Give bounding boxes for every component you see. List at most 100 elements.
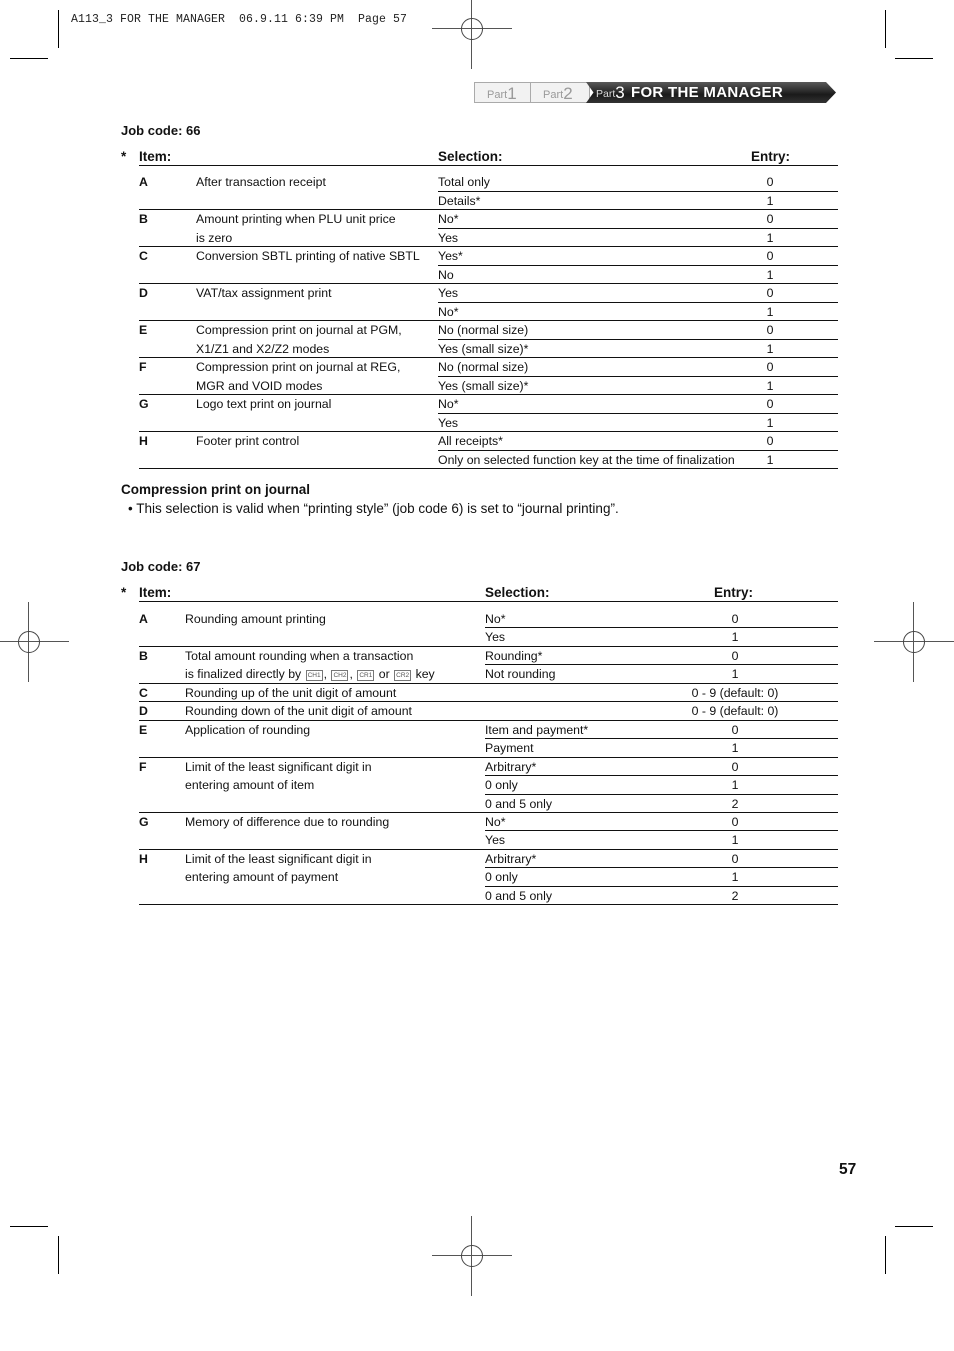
item-rule: [139, 320, 838, 321]
selection-option: 0 and 5 only: [485, 888, 553, 903]
item-rule: [139, 719, 838, 721]
item-description-text: Total amount rounding when a transaction: [185, 648, 414, 663]
item-description-text: Application of rounding: [185, 722, 311, 737]
item-description-text: Conversion SBTL printing of native SBTL: [196, 249, 420, 263]
entry-value: 0 - 9 (default: 0): [691, 685, 779, 700]
selection-column-header: Selection:: [485, 585, 550, 600]
selection-option: 0 only: [485, 870, 518, 885]
entry-value: 1: [766, 193, 774, 208]
selection-option: No*: [485, 612, 506, 626]
selection-option: Yes (small size)*: [438, 378, 529, 393]
item-letter: E: [139, 722, 148, 737]
header-rule: [139, 165, 838, 166]
entry-value: 0: [766, 249, 774, 263]
key-suffix-text: key: [415, 667, 435, 682]
item-description: Memory of difference due to rounding: [185, 815, 389, 829]
part-tab-1: Part1: [474, 82, 532, 103]
crop-mark: [895, 1226, 933, 1227]
key-ch2-icon: CH2: [331, 670, 349, 682]
section-title: FOR THE MANAGER: [631, 84, 783, 101]
item-description-text: Rounding amount printing: [185, 612, 326, 626]
item-column-header: Item:: [139, 585, 172, 600]
entry-value: 1: [766, 378, 774, 393]
selection-option: No (normal size): [438, 323, 529, 337]
item-description-text: After transaction receipt: [196, 175, 326, 189]
registration-mark-icon: [0, 602, 69, 682]
item-description: Amount printing when PLU unit price: [196, 212, 396, 226]
entry-value: 1: [766, 452, 774, 467]
selection-option: Yes: [438, 286, 459, 300]
entry-value: 0: [731, 759, 739, 774]
crop-mark: [885, 1236, 886, 1274]
selection-option: Total only: [438, 175, 490, 189]
item-letter: B: [139, 648, 148, 663]
conjunction-text: or: [378, 667, 390, 682]
item-letter: F: [139, 360, 147, 374]
item-letter: C: [139, 249, 148, 263]
item-letter: G: [139, 397, 149, 411]
crop-mark: [895, 58, 933, 59]
crop-mark: [10, 58, 48, 59]
header-rule: [139, 601, 838, 602]
entry-value: 0: [766, 175, 774, 189]
selection-option: No: [438, 267, 454, 282]
item-rule: [139, 468, 838, 469]
entry-value: 1: [766, 415, 774, 430]
item-description-text: Logo text print on journal: [196, 397, 332, 411]
item-rule: [139, 848, 838, 850]
item-description: MGR and VOID modes: [196, 379, 322, 393]
item-description-text: Memory of difference due to rounding: [185, 814, 390, 829]
item-letter: D: [139, 704, 148, 719]
option-rule: [438, 227, 838, 229]
option-rule: [485, 885, 838, 887]
entry-value: 0 - 9 (default: 0): [691, 704, 779, 719]
selection-option: Details*: [438, 193, 481, 208]
part-tab-3-active: Part3 FOR THE MANAGER: [586, 82, 836, 103]
item-description: entering amount of payment: [185, 870, 338, 884]
item-letter: A: [139, 612, 148, 626]
item-description: Compression print on journal at REG,: [196, 360, 400, 374]
item-description: After transaction receipt: [196, 175, 326, 189]
selection-option: Arbitrary*: [485, 759, 537, 774]
option-rule: [485, 793, 838, 795]
option-rule: [485, 664, 838, 666]
item-description: VAT/tax assignment print: [196, 286, 332, 300]
item-description-text: Limit of the least significant digit in: [185, 759, 372, 774]
part-navigation-banner: Part1 Part2 Part3 FOR THE MANAGER: [474, 82, 840, 103]
crop-mark: [885, 10, 886, 48]
item-rule: [139, 431, 838, 432]
entry-value: 1: [731, 870, 739, 885]
key-cr1-icon: CR1: [357, 670, 375, 682]
entry-value: 0: [766, 434, 774, 448]
item-description: entering amount of item: [185, 778, 314, 792]
registration-mark-icon: [874, 602, 954, 682]
job-code-67-heading: Job code: 67: [121, 559, 201, 574]
item-description-text: Limit of the least significant digit in: [185, 851, 372, 866]
entry-value: 0: [766, 286, 774, 300]
selection-option: Yes: [485, 630, 506, 645]
entry-value: 0: [731, 722, 739, 737]
item-description: is finalized directly by CH1, CH2, CR1 o…: [185, 667, 435, 682]
crop-mark: [10, 1226, 48, 1227]
item-rule: [139, 811, 838, 813]
selection-option: No*: [485, 814, 506, 829]
item-column-header: Item:: [139, 149, 172, 164]
option-rule: [485, 738, 838, 740]
item-description-text: Rounding up of the unit digit of amount: [185, 685, 397, 700]
item-letter: F: [139, 759, 147, 774]
item-description-text: entering amount of item: [185, 778, 315, 793]
selection-option: Yes: [438, 230, 459, 245]
item-description: Conversion SBTL printing of native SBTL: [196, 249, 420, 263]
item-description: Rounding amount printing: [185, 612, 326, 626]
item-description-text: Amount printing when PLU unit price: [196, 212, 396, 226]
selection-option: Arbitrary*: [485, 851, 537, 866]
entry-value: 0: [731, 612, 739, 626]
selection-option: No*: [438, 304, 459, 319]
option-rule: [485, 775, 838, 777]
item-description-text: Rounding down of the unit digit of amoun…: [185, 704, 412, 719]
item-letter: E: [139, 323, 148, 337]
option-rule: [438, 449, 838, 451]
option-rule: [438, 264, 838, 266]
selection-option: Only on selected function key at the tim…: [438, 452, 735, 467]
option-rule: [438, 338, 838, 340]
